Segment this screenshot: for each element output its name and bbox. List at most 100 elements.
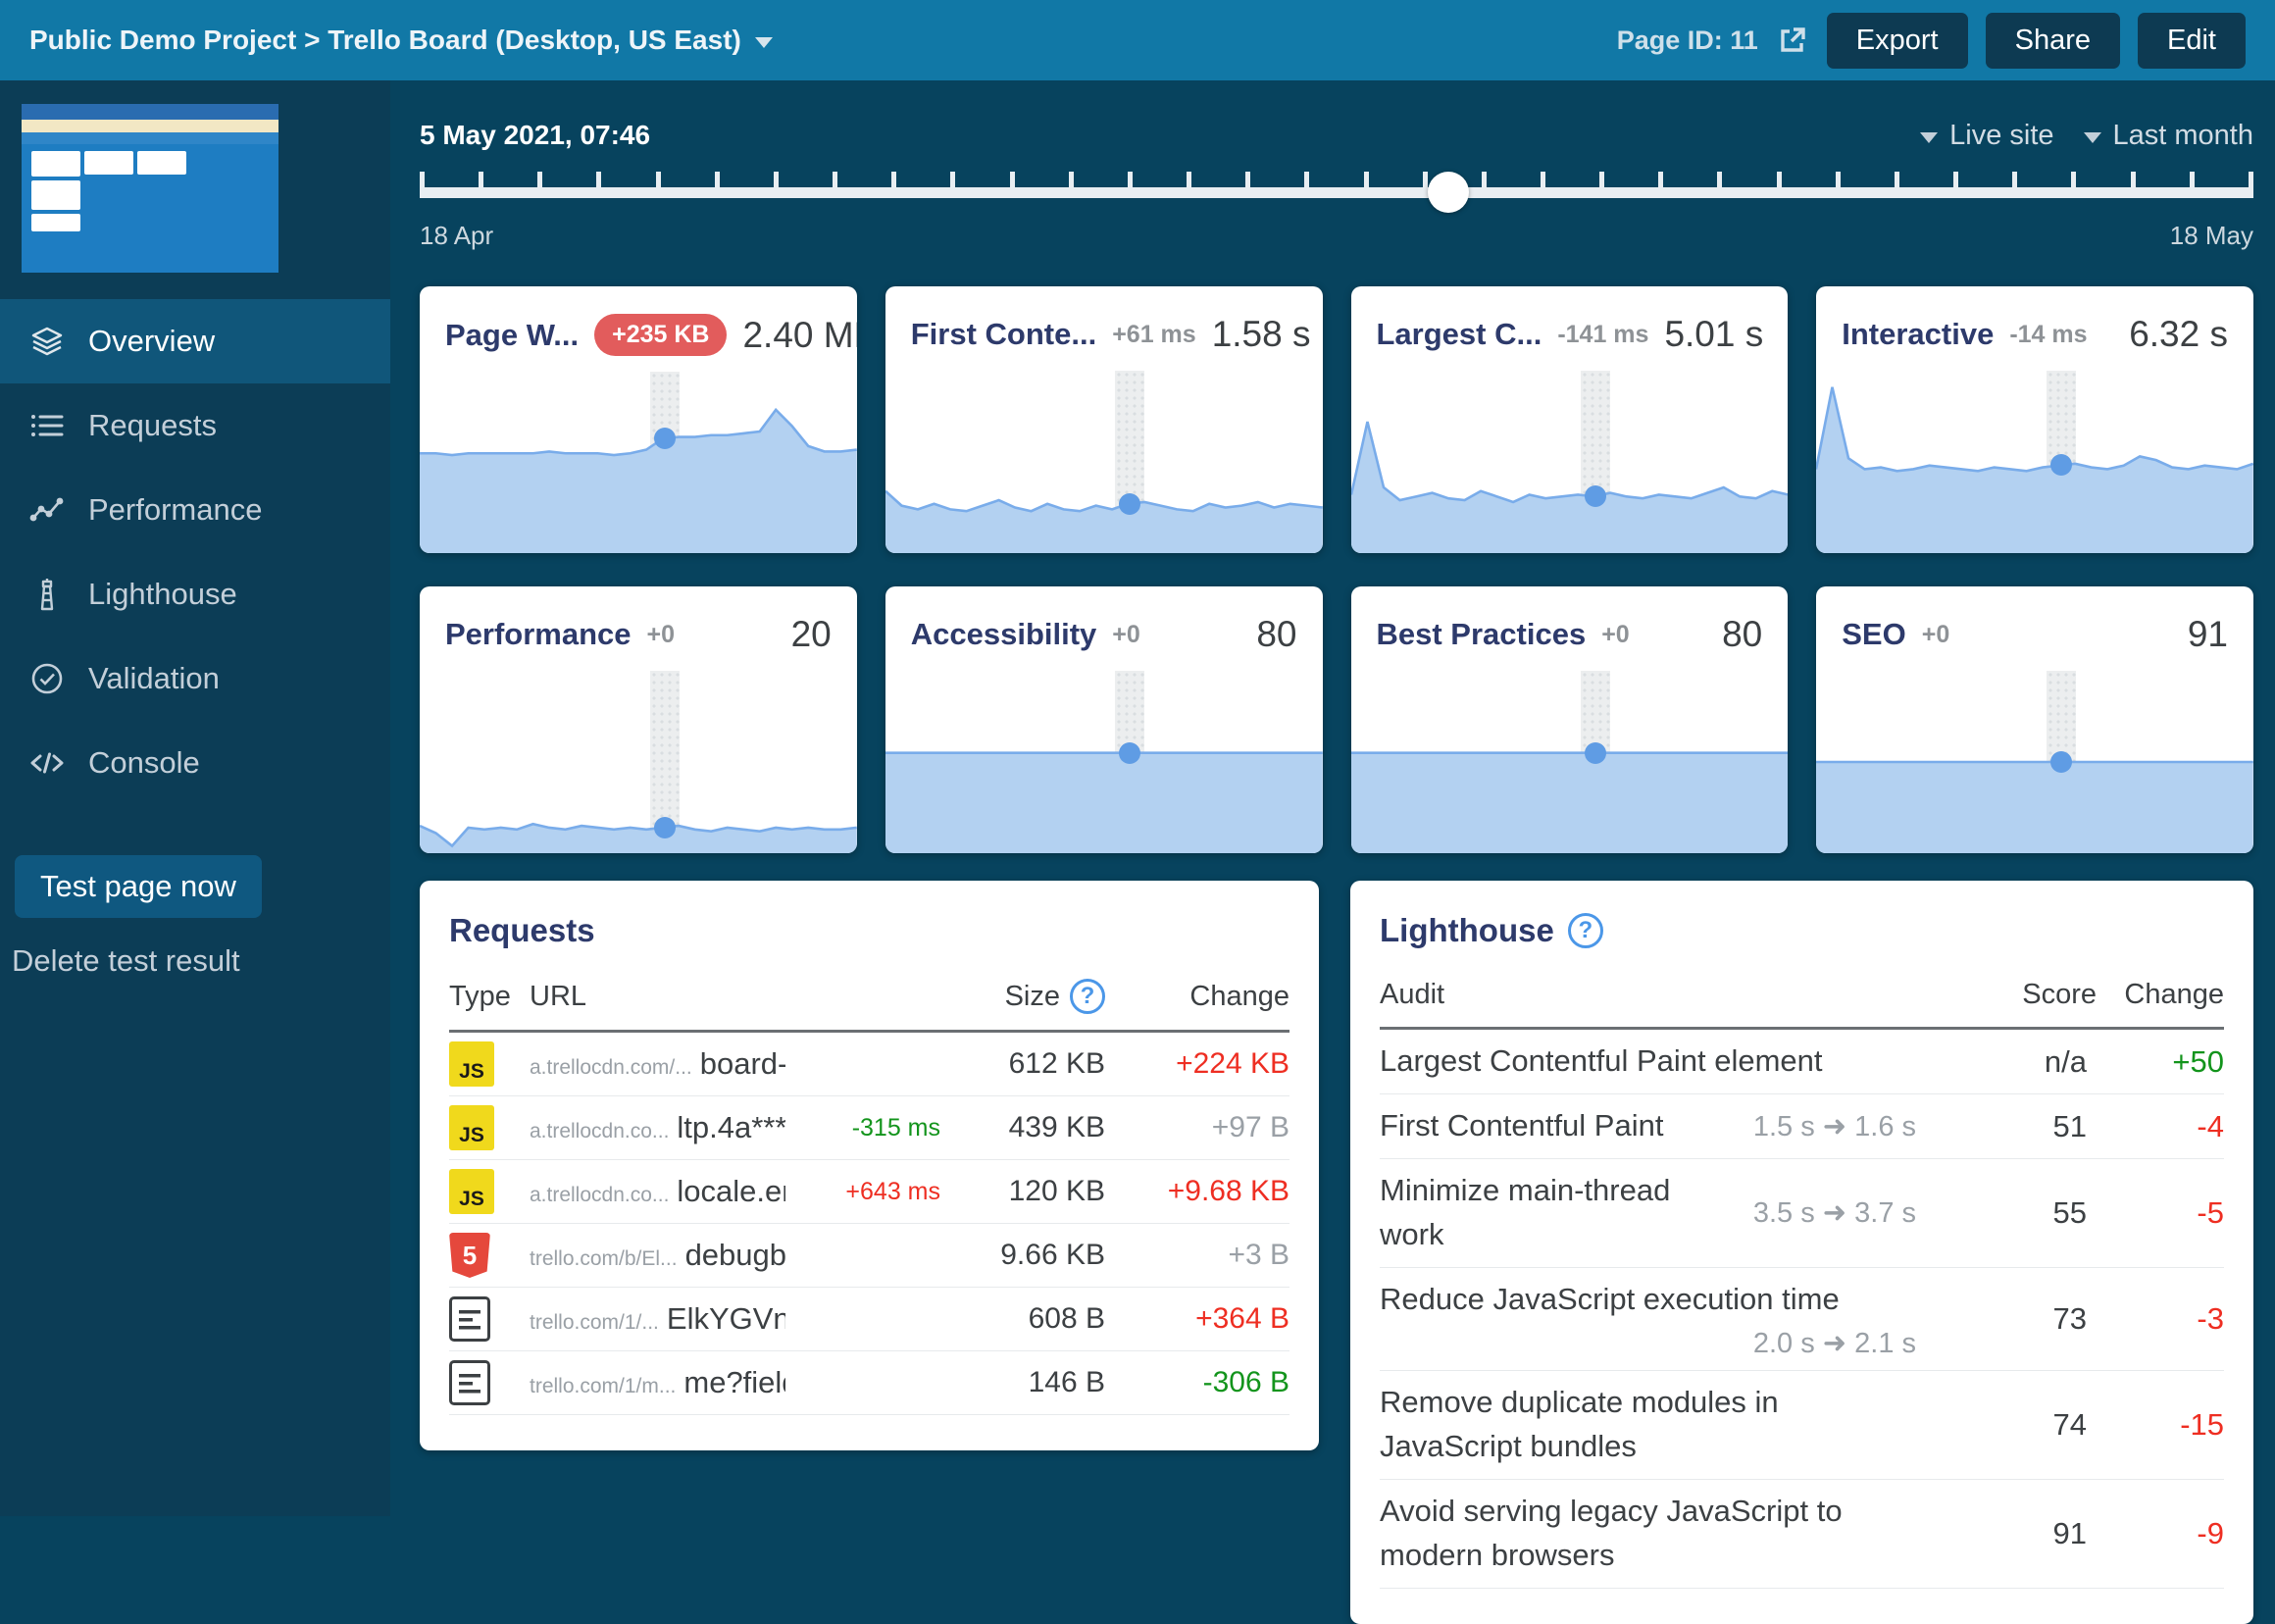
request-row[interactable]: a.trellocdn.co...locale.en-US.a0... +643… <box>449 1160 1289 1224</box>
timeline-tick <box>1010 172 1015 187</box>
metric-card-page-weight[interactable]: Page W... +235 KB 2.40 MB <box>420 286 857 553</box>
test-page-now-button[interactable]: Test page now <box>15 855 262 918</box>
requests-table-header: Type URL Size ? Change <box>449 979 1289 1033</box>
metric-value: 5.01 s <box>1664 314 1763 355</box>
timeline-track[interactable] <box>420 187 2253 198</box>
metric-title: Interactive <box>1842 317 1994 352</box>
current-test-marker-dot[interactable] <box>1119 493 1140 515</box>
audit-name: Remove duplicate modules in JavaScript b… <box>1380 1381 1916 1469</box>
share-button[interactable]: Share <box>1986 13 2120 69</box>
external-link-icon[interactable] <box>1776 24 1809 57</box>
live-site-label: Live site <box>1949 120 2053 152</box>
timeline-tick <box>420 172 425 187</box>
request-row[interactable]: trello.com/1/m...me?fields=oneTimeM... 1… <box>449 1351 1289 1415</box>
period-dropdown[interactable]: Last month <box>2084 120 2253 152</box>
request-change: +97 B <box>1212 1111 1289 1144</box>
help-icon[interactable]: ? <box>1568 913 1603 948</box>
lighthouse-icon <box>29 577 65 612</box>
sidebar-item-requests[interactable]: Requests <box>0 383 390 468</box>
audit-row[interactable]: Avoid serving legacy JavaScript to moder… <box>1380 1480 2224 1589</box>
request-row[interactable]: trello.com/b/El...debugbear-demo-boa... … <box>449 1224 1289 1288</box>
timeline-tick <box>950 172 955 187</box>
metric-card-first-contentful-paint[interactable]: First Conte... +61 ms 1.58 s <box>885 286 1323 553</box>
audit-row[interactable]: Largest Contentful Paint element n/a +50 <box>1380 1030 2224 1094</box>
metric-card-performance-score[interactable]: Performance +0 20 <box>420 586 857 853</box>
audit-detail: 2.0 s ➜ 2.1 s <box>1753 1326 1916 1360</box>
request-row[interactable]: a.trellocdn.co...ltp.4a***.js -315 ms 43… <box>449 1096 1289 1160</box>
audit-change: -5 <box>2197 1195 2224 1231</box>
audit-row[interactable]: First Contentful Paint1.5 s ➜ 1.6 s 51 -… <box>1380 1094 2224 1159</box>
live-site-dropdown[interactable]: Live site <box>1920 120 2053 152</box>
request-row[interactable]: trello.com/1/...ElkYGVnQ?fields=id,id...… <box>449 1288 1289 1351</box>
current-test-marker-dot[interactable] <box>2050 454 2072 476</box>
timeline-tick <box>2249 172 2253 187</box>
current-test-marker-dot[interactable] <box>654 817 676 838</box>
metric-card-largest-contentful-paint[interactable]: Largest C... -141 ms 5.01 s <box>1351 286 1789 553</box>
timeline-slider[interactable] <box>420 172 2253 217</box>
audit-change: -15 <box>2180 1407 2224 1443</box>
export-button[interactable]: Export <box>1827 13 1968 69</box>
help-icon[interactable]: ? <box>1070 979 1105 1014</box>
audit-row[interactable]: Minimize main-thread work3.5 s ➜ 3.7 s 5… <box>1380 1159 2224 1268</box>
metric-change-badge: +0 <box>1112 621 1140 649</box>
timeline-tick <box>1482 172 1487 187</box>
metric-value: 80 <box>1722 614 1762 655</box>
column-change: Change <box>2124 979 2224 1011</box>
metric-title: Largest C... <box>1377 317 1542 352</box>
metric-sparkline <box>1816 371 2253 553</box>
audit-row[interactable]: Remove duplicate modules in JavaScript b… <box>1380 1371 2224 1480</box>
metric-title: Accessibility <box>911 617 1097 652</box>
audit-row[interactable]: Reduce JavaScript execution time 2.0 s ➜ … <box>1380 1268 2224 1371</box>
url-name: board-view.66***.js <box>700 1046 785 1082</box>
audit-score: 74 <box>2053 1407 2087 1443</box>
url-prefix: trello.com/1/... <box>530 1311 659 1335</box>
metric-card-best-practices-score[interactable]: Best Practices +0 80 <box>1351 586 1789 853</box>
audit-name: Reduce JavaScript execution time <box>1380 1278 1916 1322</box>
sidebar-item-validation[interactable]: Validation <box>0 636 390 721</box>
audit-change: -9 <box>2197 1516 2224 1551</box>
metric-value: 1.58 s <box>1212 314 1311 355</box>
timeline-tick <box>2131 172 2136 187</box>
audit-name: Largest Contentful Paint element <box>1380 1040 1823 1084</box>
timeline-tick <box>2071 172 2076 187</box>
delete-test-result-link[interactable]: Delete test result <box>12 943 390 979</box>
timeline-tick <box>1777 172 1782 187</box>
edit-button[interactable]: Edit <box>2138 13 2246 69</box>
sidebar-item-label: Lighthouse <box>88 577 237 612</box>
timeline-tick <box>596 172 601 187</box>
sidebar-item-lighthouse[interactable]: Lighthouse <box>0 552 390 636</box>
code-icon <box>29 745 65 781</box>
chevron-down-icon <box>2084 132 2101 143</box>
current-test-marker-dot[interactable] <box>1585 485 1606 507</box>
timeline-tick <box>537 172 542 187</box>
current-test-marker-dot[interactable] <box>654 428 676 449</box>
thumbnail-banner <box>22 120 278 132</box>
page-screenshot-thumbnail[interactable] <box>22 104 278 273</box>
metric-card-accessibility-score[interactable]: Accessibility +0 80 <box>885 586 1323 853</box>
current-test-marker-dot[interactable] <box>1585 742 1606 764</box>
sidebar-item-overview[interactable]: Overview <box>0 299 390 383</box>
sidebar-item-label: Performance <box>88 492 262 528</box>
request-row[interactable]: a.trellocdn.com/...board-view.66***.js 6… <box>449 1033 1289 1096</box>
timeline-tick <box>656 172 661 187</box>
metric-card-interactive[interactable]: Interactive -14 ms 6.32 s <box>1816 286 2253 553</box>
audit-name: Minimize main-thread work <box>1380 1169 1738 1257</box>
url-prefix: trello.com/b/El... <box>530 1247 678 1271</box>
timeline-tick <box>1953 172 1958 187</box>
metric-card-seo-score[interactable]: SEO +0 91 <box>1816 586 2253 853</box>
filetype-doc-icon <box>449 1296 490 1342</box>
sidebar-item-performance[interactable]: Performance <box>0 468 390 552</box>
sidebar-item-console[interactable]: Console <box>0 721 390 805</box>
current-test-marker-dot[interactable] <box>2050 751 2072 773</box>
current-test-marker-dot[interactable] <box>1119 742 1140 764</box>
timing-change: +643 ms <box>845 1178 940 1206</box>
metric-change-badge: -14 ms <box>2009 321 2087 349</box>
timing-change: -315 ms <box>852 1114 940 1142</box>
timeline-handle[interactable] <box>1428 172 1469 213</box>
breadcrumb[interactable]: Public Demo Project > Trello Board (Desk… <box>29 25 773 56</box>
timeline-date-label: 5 May 2021, 07:46 <box>420 120 650 151</box>
timeline-tick <box>1245 172 1250 187</box>
column-size: Size <box>1005 981 1060 1013</box>
audit-score: n/a <box>2045 1044 2087 1080</box>
chevron-down-icon <box>755 37 773 48</box>
